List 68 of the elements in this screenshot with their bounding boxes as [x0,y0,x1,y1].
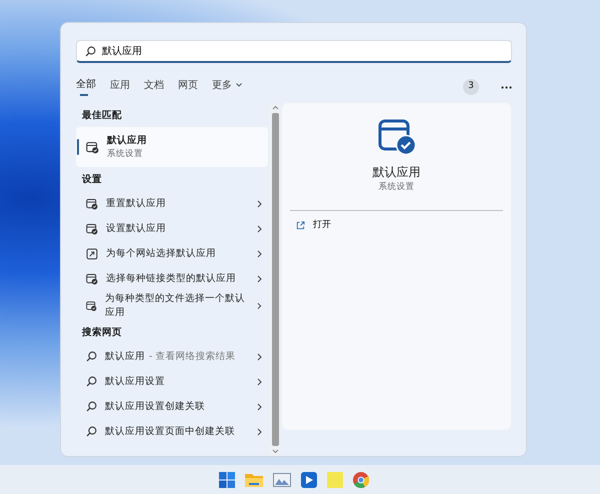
app-check-icon [86,223,98,235]
tab[interactable]: 文档 [144,78,164,96]
result-item[interactable]: 设置默认应用 [76,216,268,242]
app-check-icon [86,273,98,285]
result-item[interactable]: 为每种类型的文件选择一个默认应用 [76,292,268,320]
chevron-icon [257,428,262,436]
search-icon [85,46,96,56]
search-icon [86,401,97,412]
more-menu[interactable]: 更多 [212,78,242,96]
section-heading: 设置 [80,173,103,188]
chevron-icon [257,225,262,233]
result-title: 默认应用设置创建关联 [105,400,206,414]
search-icon [86,426,97,438]
chevron-icon [257,302,262,310]
result-title: 默认应用 [107,134,148,148]
web-search-item[interactable]: 默认应用设置创建关联 [76,394,268,420]
web-search-item[interactable]: 默认应用设置 [76,369,268,394]
search-field[interactable]: 默认应用 [76,40,512,63]
result-subtitle: 系统设置 [107,148,144,161]
result-item[interactable]: 选择每种链接类型的默认应用 [76,266,268,292]
result-item[interactable]: 重置默认应用 [76,192,268,216]
preview-title: 默认应用 [372,164,420,181]
chevron-icon [257,250,262,258]
result-item[interactable]: 默认应用 系统设置 [76,127,268,168]
result-title: 默认应用设置页面中创建关联 [105,424,236,439]
tab[interactable]: 网页 [178,78,198,96]
more-options-icon[interactable] [501,86,512,88]
chevron-icon [257,200,262,208]
result-hint: - 查看网络搜索结果 [149,350,236,364]
result-item[interactable]: 为每个网站选择默认应用 [76,242,268,266]
app-check-icon [86,140,99,154]
section-heading: 搜索网页 [80,326,123,340]
app-check-icon [86,198,98,210]
browser-icon[interactable] [353,472,369,488]
photo-icon[interactable] [273,472,291,486]
search-icon [86,376,97,388]
result-title: 设置默认应用 [106,222,167,236]
section-heading: 最佳匹配 [81,109,123,123]
folder-icon[interactable] [245,472,263,487]
web-search-item[interactable]: 默认应用设置页面中创建关联 [76,419,268,444]
scroll-up-icon[interactable] [272,105,278,110]
chevron-icon [257,402,262,411]
external-link-icon [296,221,305,230]
chevron-icon [257,275,262,283]
app-check-icon [86,300,97,312]
result-title: 默认应用 [105,350,145,364]
caret-icon [236,83,242,87]
tab[interactable]: 应用 [110,78,130,96]
tab[interactable]: 全部 [76,76,96,98]
window-icon [86,248,98,260]
app-icon[interactable] [301,472,317,488]
search-input[interactable]: 默认应用 [102,44,503,58]
result-title: 重置默认应用 [106,196,167,211]
preview-subtitle: 系统设置 [378,181,414,194]
scroll-down-icon[interactable] [272,449,278,454]
scrollbar[interactable] [270,103,280,456]
search-icon [86,351,97,362]
start-icon[interactable] [219,472,235,488]
result-title: 选择每种链接类型的默认应用 [106,272,237,286]
chevron-icon [257,352,262,361]
result-title: 为每个网站选择默认应用 [106,246,217,261]
result-title: 默认应用设置 [105,374,166,389]
result-title: 为每种类型的文件选择一个默认应用 [104,292,246,320]
result-count: 3 [463,79,479,95]
open-action[interactable]: 打开 [282,210,345,240]
chevron-icon [257,378,262,386]
app-check-icon [378,119,416,155]
web-search-item[interactable]: 默认应用 - 查看网络搜索结果 [76,344,268,370]
